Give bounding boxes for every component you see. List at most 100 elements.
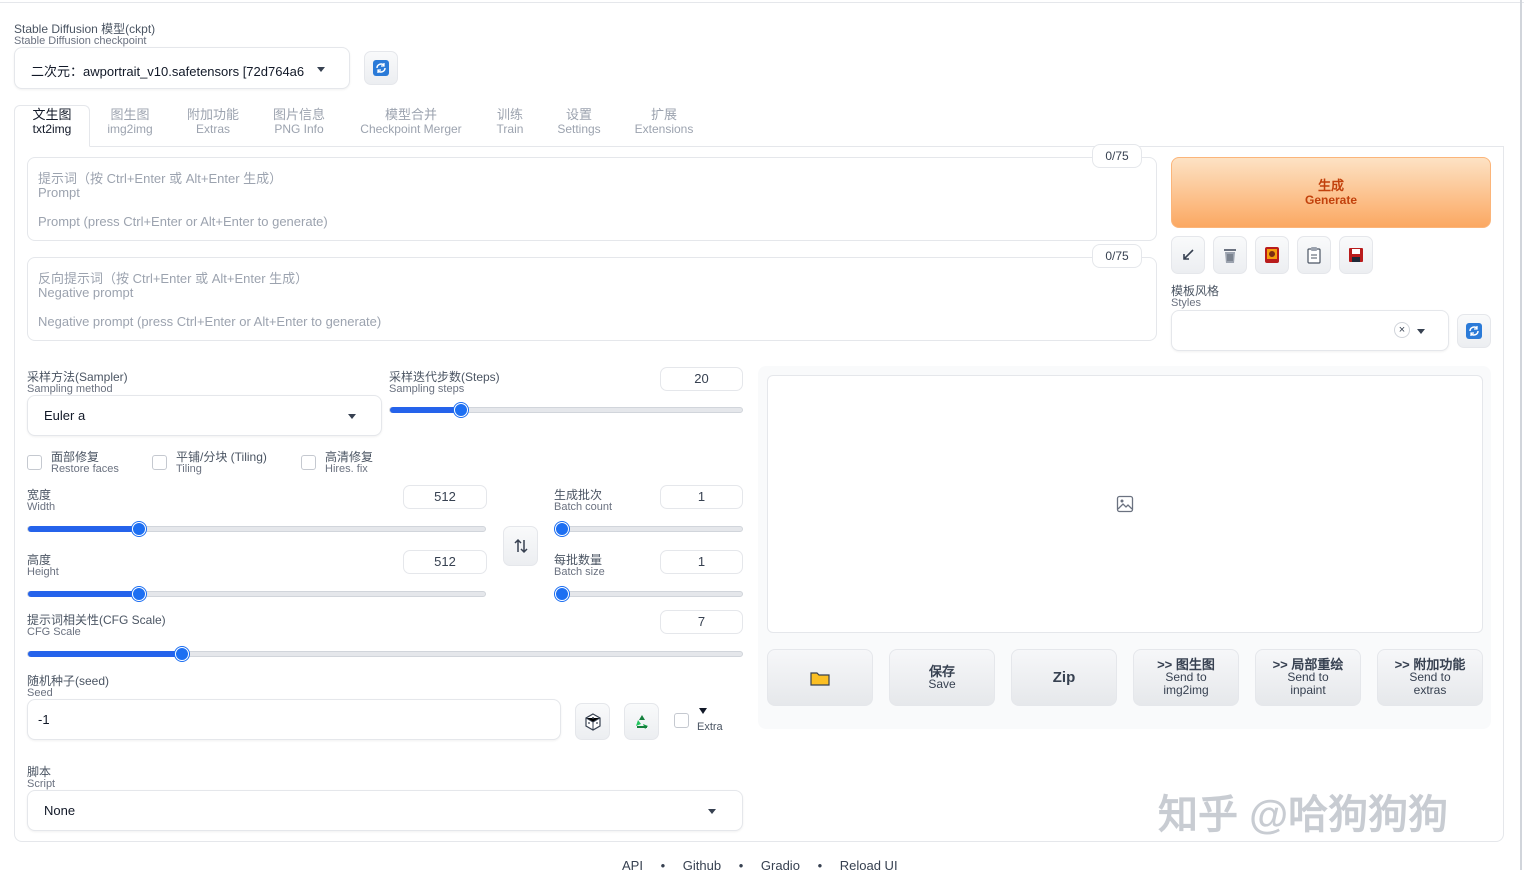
extra-seed-checkbox[interactable]: [674, 713, 689, 728]
dice-icon: [584, 712, 601, 731]
random-seed-button[interactable]: [575, 703, 610, 740]
checkpoint-value: 二次元：awportrait_v10.safetensors [72d764a6: [31, 64, 305, 79]
hires-fix-label: 高清修复 Hires. fix: [325, 450, 374, 475]
seed-value: -1: [38, 712, 50, 727]
floppy-disk-icon: [1349, 248, 1363, 262]
save-button[interactable]: 保存 Save: [889, 649, 995, 706]
seed-input[interactable]: -1: [27, 699, 561, 740]
prompt-textarea[interactable]: 提示词（按 Ctrl+Enter 或 Alt+Enter 生成） Prompt …: [27, 157, 1157, 241]
zip-button[interactable]: Zip: [1011, 649, 1117, 706]
page-scrollbar[interactable]: [1520, 0, 1522, 870]
extra-networks-button[interactable]: [1255, 236, 1289, 274]
cfg-slider[interactable]: [27, 647, 743, 661]
apply-style-button[interactable]: [1297, 236, 1331, 274]
batch-count-slider-thumb[interactable]: [555, 522, 569, 536]
read-params-button[interactable]: [1171, 236, 1205, 274]
generate-button[interactable]: 生成 Generate: [1171, 157, 1491, 228]
swap-dimensions-button[interactable]: [503, 526, 538, 566]
clear-icon[interactable]: ×: [1394, 322, 1410, 338]
script-dropdown[interactable]: None: [27, 790, 743, 831]
tab-checkpoint-merger[interactable]: 模型合并 Checkpoint Merger: [352, 108, 470, 137]
chevron-down-icon: [317, 67, 325, 72]
watermark: 知乎 @哈狗狗狗: [1158, 793, 1449, 837]
steps-slider[interactable]: [389, 403, 743, 417]
checkpoint-label-en: Stable Diffusion checkpoint: [14, 35, 147, 47]
send-to-img2img-button[interactable]: >> 图生图 Send to img2img: [1133, 649, 1239, 706]
restore-faces-checkbox[interactable]: [27, 455, 42, 470]
footer-link-github[interactable]: Github: [683, 858, 721, 870]
extra-seed-label: Extra: [697, 721, 723, 733]
tab-extensions[interactable]: 扩展 Extensions: [630, 108, 698, 137]
refresh-checkpoint-button[interactable]: [364, 51, 398, 85]
height-slider[interactable]: [27, 587, 486, 601]
arrow-down-left-icon: [1183, 249, 1194, 260]
batch-count-slider[interactable]: [554, 522, 743, 536]
steps-slider-thumb[interactable]: [454, 403, 468, 417]
triangle-down-icon: [699, 708, 707, 714]
reuse-seed-button[interactable]: [624, 703, 659, 740]
refresh-styles-button[interactable]: [1457, 314, 1491, 348]
footer-link-reload-ui[interactable]: Reload UI: [840, 858, 898, 870]
script-label: 脚本 Script: [27, 765, 56, 790]
open-folder-button[interactable]: [767, 649, 873, 706]
height-label: 高度 Height: [27, 553, 59, 578]
folder-icon: [810, 671, 830, 686]
batch-size-slider[interactable]: [554, 587, 743, 601]
send-to-extras-button[interactable]: >> 附加功能 Send to extras: [1377, 649, 1483, 706]
tab-txt2img[interactable]: 文生图 txt2img: [20, 108, 84, 137]
width-number-input[interactable]: 512: [403, 485, 487, 509]
refresh-icon: [373, 60, 389, 76]
styles-dropdown[interactable]: ×: [1171, 310, 1449, 351]
trash-icon: [1224, 249, 1236, 263]
sampler-value: Euler a: [44, 408, 86, 423]
generate-label-zh: 生成: [1317, 177, 1344, 193]
sampler-dropdown[interactable]: Euler a: [27, 395, 382, 436]
restore-faces-label: 面部修复 Restore faces: [51, 450, 119, 475]
image-placeholder-icon: [1116, 495, 1134, 513]
negative-prompt-textarea[interactable]: 反向提示词（按 Ctrl+Enter 或 Alt+Enter 生成） Negat…: [27, 257, 1157, 341]
tab-train[interactable]: 训练 Train: [488, 108, 532, 137]
tab-png-info[interactable]: 图片信息 PNG Info: [266, 108, 332, 137]
tab-settings[interactable]: 设置 Settings: [552, 108, 606, 137]
checkpoint-dropdown[interactable]: 二次元：awportrait_v10.safetensors [72d764a6: [14, 47, 350, 89]
batch-size-slider-thumb[interactable]: [555, 587, 569, 601]
height-number-input[interactable]: 512: [403, 550, 487, 574]
hires-fix-checkbox[interactable]: [301, 455, 316, 470]
prompt-label-zh: 提示词（按 Ctrl+Enter 或 Alt+Enter 生成）: [38, 171, 283, 186]
chevron-down-icon: [708, 809, 716, 814]
negative-token-counter: 0/75: [1092, 244, 1142, 268]
prompt-label-en: Prompt: [38, 185, 80, 200]
negative-label-zh: 反向提示词（按 Ctrl+Enter 或 Alt+Enter 生成）: [38, 271, 309, 286]
chevron-down-icon: [1417, 329, 1425, 334]
width-slider[interactable]: [27, 522, 486, 536]
footer-links: API • Github • Gradio • Reload UI: [622, 858, 898, 870]
tiling-checkbox[interactable]: [152, 455, 167, 470]
steps-number-input[interactable]: 20: [660, 367, 743, 391]
chevron-down-icon: [348, 414, 356, 419]
clear-prompt-button[interactable]: [1213, 236, 1247, 274]
footer-link-gradio[interactable]: Gradio: [761, 858, 800, 870]
tab-extras[interactable]: 附加功能 Extras: [180, 108, 246, 137]
swap-arrows-icon: [513, 538, 528, 554]
cfg-label: 提示词相关性(CFG Scale) CFG Scale: [27, 613, 166, 638]
steps-slider-fill: [390, 407, 461, 413]
save-style-button[interactable]: [1339, 236, 1373, 274]
height-slider-thumb[interactable]: [132, 587, 146, 601]
top-border: [0, 2, 1524, 3]
tab-img2img[interactable]: 图生图 img2img: [100, 108, 160, 137]
batch-count-number-input[interactable]: 1: [660, 485, 743, 509]
sampler-label: 采样方法(Sampler) Sampling method: [27, 370, 128, 395]
seed-label: 随机种子(seed) Seed: [27, 674, 110, 699]
tiling-label: 平铺/分块 (Tiling) Tiling: [176, 450, 267, 475]
cfg-number-input[interactable]: 7: [660, 610, 743, 634]
send-to-inpaint-button[interactable]: >> 局部重绘 Send to inpaint: [1255, 649, 1361, 706]
cfg-slider-thumb[interactable]: [175, 647, 189, 661]
footer-link-api[interactable]: API: [622, 858, 643, 870]
batch-size-number-input[interactable]: 1: [660, 550, 743, 574]
styles-label: 模板风格 Styles: [1171, 284, 1220, 309]
script-value: None: [44, 803, 76, 818]
output-gallery[interactable]: [767, 375, 1483, 633]
width-slider-thumb[interactable]: [132, 522, 146, 536]
checkpoint-label-zh: Stable Diffusion 模型(ckpt): [14, 22, 156, 36]
batch-size-label: 每批数量 Batch size: [554, 553, 605, 578]
